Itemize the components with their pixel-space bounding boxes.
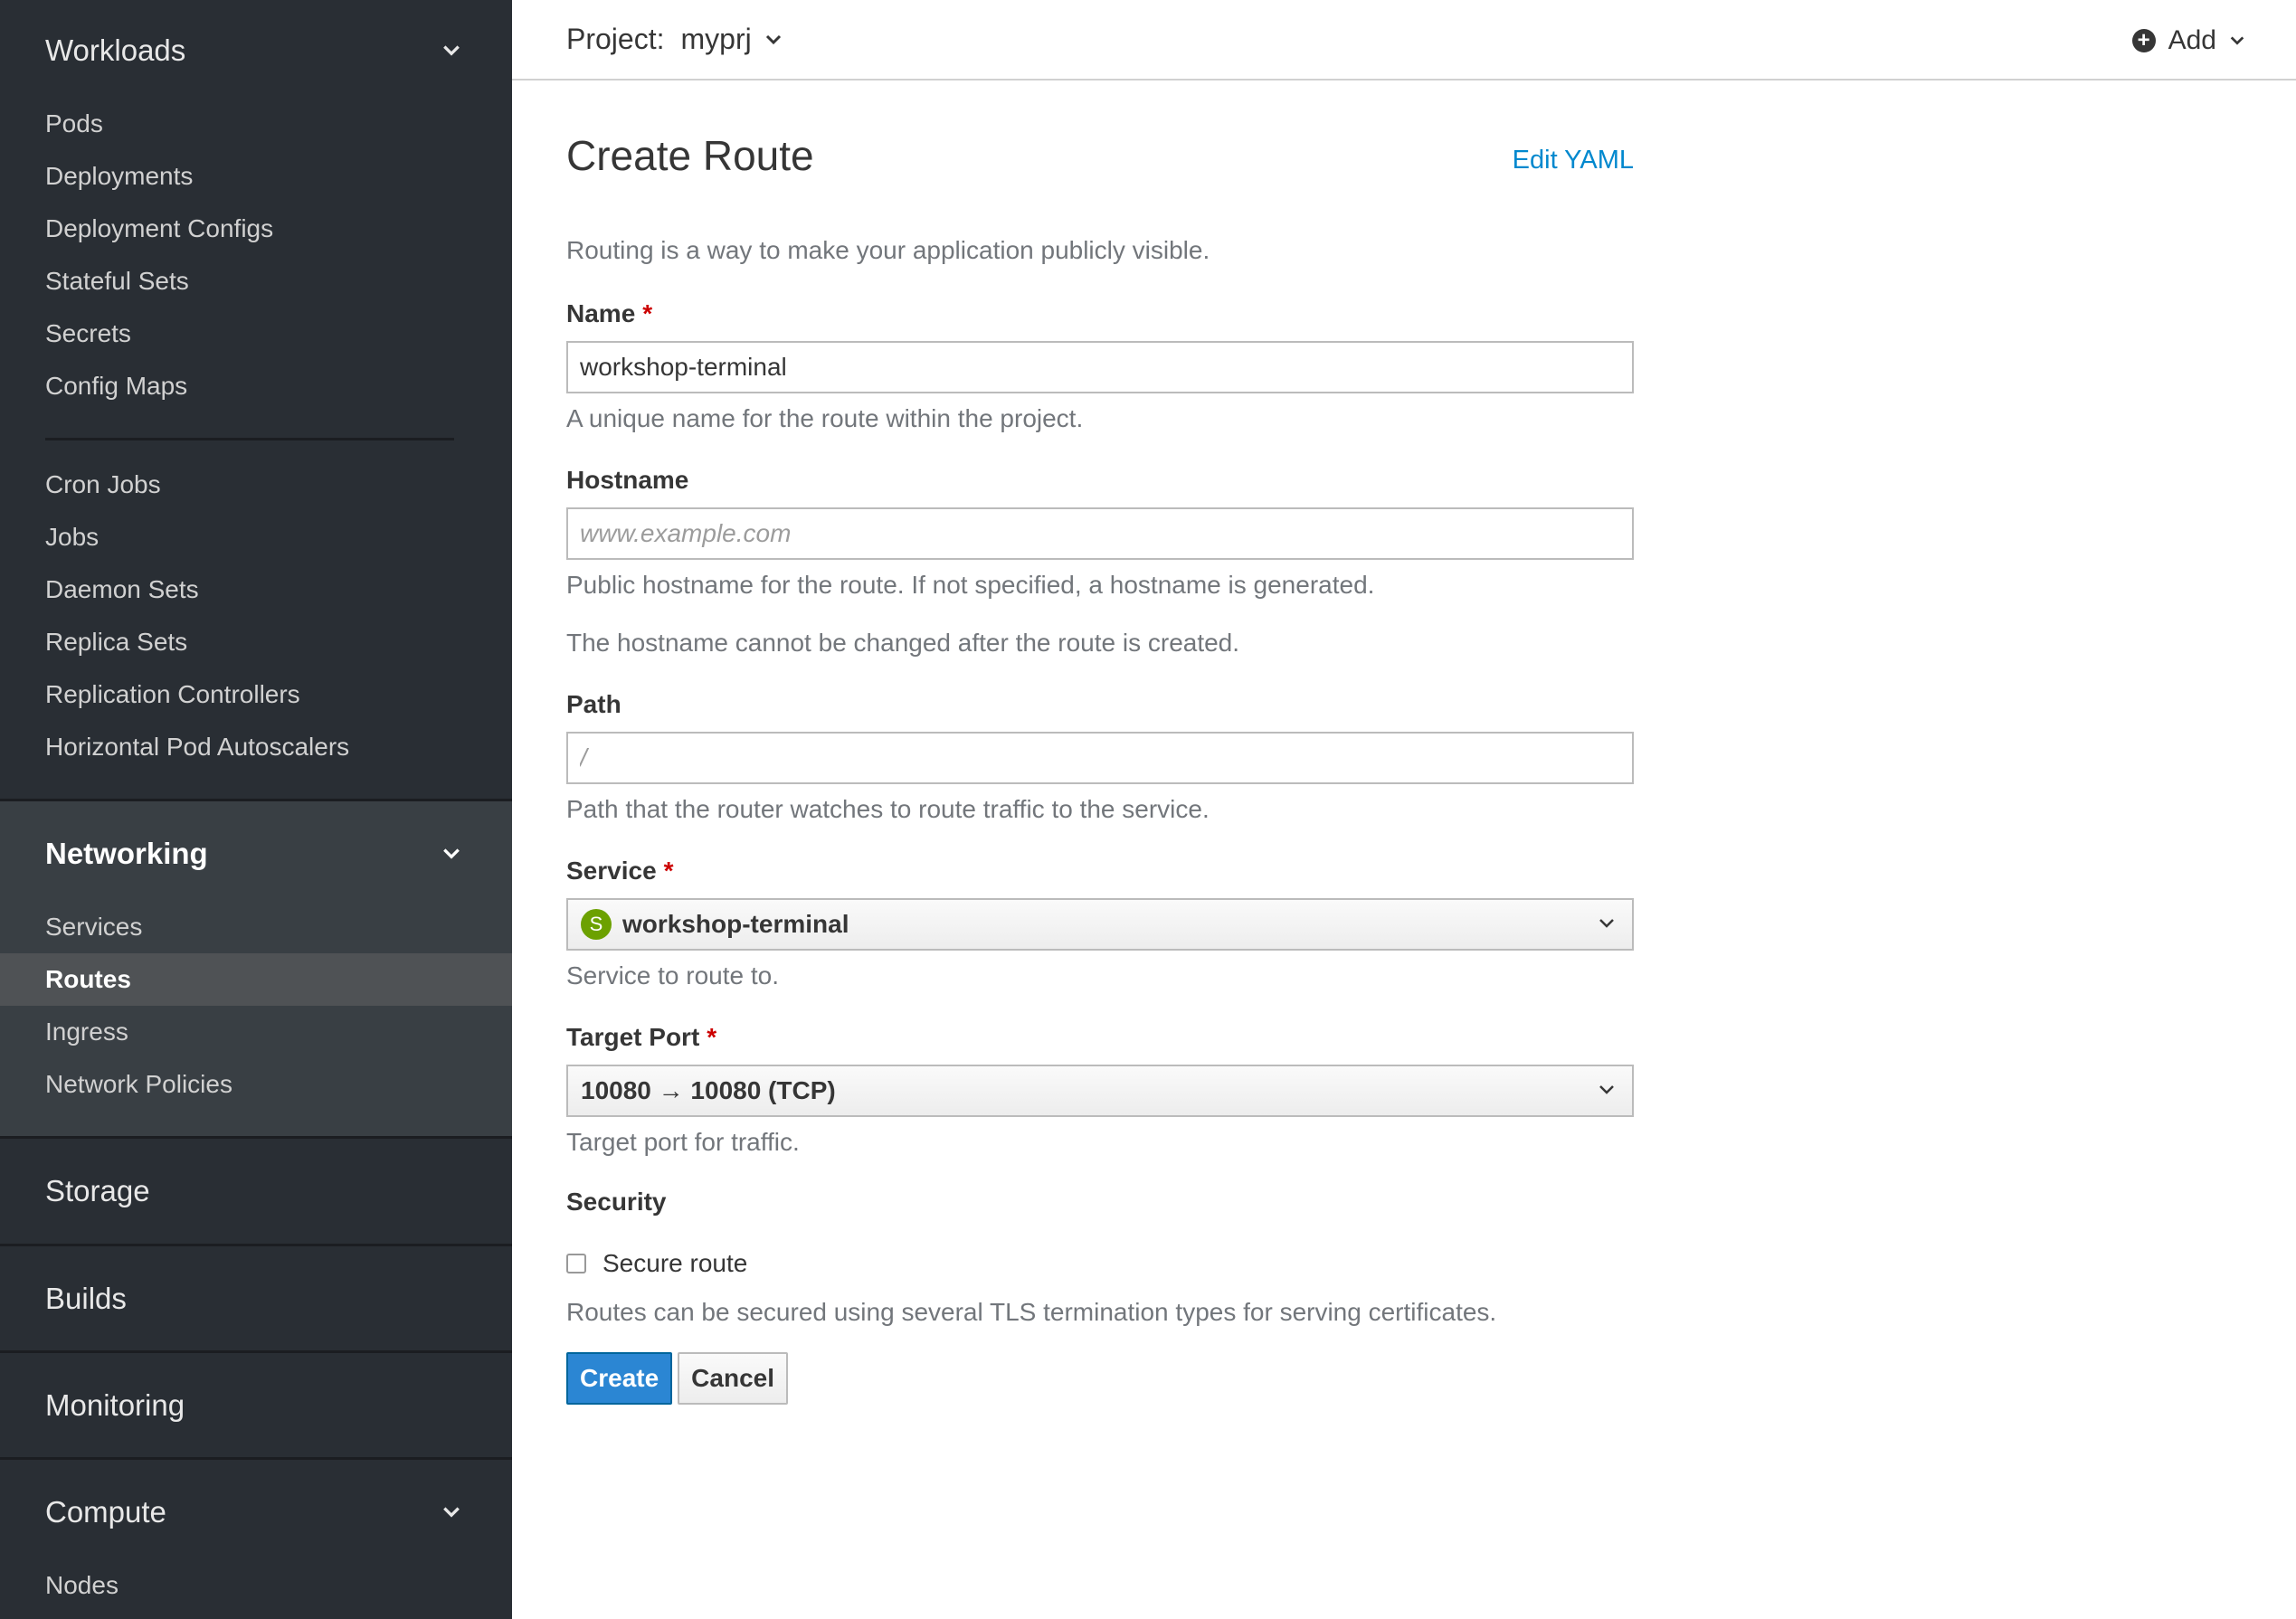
target-port-selected-value: 10080 → 10080 (TCP) (581, 1076, 836, 1104)
nav-sub-list: Pods Deployments Deployment Configs Stat… (0, 98, 512, 799)
service-label-text: Service (566, 857, 657, 885)
sidebar-item-network-policies[interactable]: Network Policies (0, 1058, 512, 1111)
sidebar-item-daemon-sets[interactable]: Daemon Sets (0, 563, 512, 616)
path-help: Path that the router watches to route tr… (566, 795, 1210, 823)
chevron-down-icon (752, 23, 783, 56)
secure-route-label: Secure route (602, 1249, 748, 1277)
nav-section-header-builds[interactable]: Builds (0, 1246, 512, 1350)
nav-section-networking: Networking Services Routes Ingress Netwo… (0, 801, 512, 1139)
hostname-help-immutable: The hostname cannot be changed after the… (566, 629, 1240, 657)
project-label: Project: (566, 23, 665, 55)
nav-section-title: Storage (45, 1174, 150, 1207)
service-help: Service to route to. (566, 961, 780, 989)
nav-sub-list: Nodes (0, 1559, 512, 1619)
add-label: Add (2168, 24, 2216, 55)
sidebar-item-deployments[interactable]: Deployments (0, 150, 512, 203)
nav-section-builds: Builds (0, 1246, 512, 1353)
service-field-group: Service * S workshop-terminal Service to … (566, 857, 1634, 990)
name-input[interactable] (566, 341, 1634, 393)
chevron-down-icon (1598, 1076, 1616, 1105)
sidebar-item-deployment-configs[interactable]: Deployment Configs (0, 203, 512, 255)
create-button[interactable]: Create (566, 1352, 673, 1405)
nav-section-title: Networking (45, 837, 208, 870)
required-marker: * (642, 299, 653, 327)
sidebar-item-stateful-sets[interactable]: Stateful Sets (0, 255, 512, 308)
nav-section-workloads: Workloads Pods Deployments Deployment Co… (0, 0, 512, 801)
required-marker: * (663, 857, 674, 885)
target-port-field-group: Target Port * 10080 → 10080 (TCP) Target … (566, 1023, 1634, 1157)
edit-yaml-link[interactable]: Edit YAML (1513, 146, 1634, 175)
sidebar-item-replica-sets[interactable]: Replica Sets (0, 616, 512, 668)
sidebar-item-ingress[interactable]: Ingress (0, 1006, 512, 1058)
required-marker: * (707, 1023, 717, 1051)
nav-section-title: Compute (45, 1495, 166, 1529)
add-button[interactable]: + Add (2131, 0, 2245, 80)
page-header: Create Route Edit YAML (566, 80, 1634, 198)
path-input[interactable] (566, 732, 1634, 784)
secure-route-option[interactable]: Secure route (566, 1249, 1634, 1278)
name-help: A unique name for the route within the p… (566, 404, 1084, 432)
sidebar-item-replication-controllers[interactable]: Replication Controllers (0, 668, 512, 721)
hostname-field-group: Hostname Public hostname for the route. … (566, 466, 1634, 658)
nav-divider (45, 438, 454, 440)
hostname-help: Public hostname for the route. If not sp… (566, 571, 1375, 599)
security-label: Security (566, 1188, 667, 1216)
chevron-down-icon (436, 35, 467, 66)
nav-section-header-monitoring[interactable]: Monitoring (0, 1353, 512, 1457)
nav-section-monitoring: Monitoring (0, 1353, 512, 1460)
create-route-form: Create Route Edit YAML Routing is a way … (566, 80, 1634, 1405)
name-field-group: Name* A unique name for the route within… (566, 299, 1634, 433)
chevron-down-icon (436, 838, 467, 869)
service-label: Service * (566, 857, 1634, 885)
cancel-button[interactable]: Cancel (678, 1352, 788, 1405)
project-selector[interactable]: Project: myprj (566, 23, 783, 56)
nav-section-header-workloads[interactable]: Workloads (0, 0, 512, 101)
nav-section-title: Monitoring (45, 1387, 185, 1422)
plus-circle-icon: + (2131, 28, 2156, 52)
page-intro: Routing is a way to make your applicatio… (566, 236, 1210, 264)
secure-route-checkbox[interactable] (566, 1254, 586, 1273)
service-selected-value: workshop-terminal (622, 910, 849, 938)
chevron-down-icon (436, 1497, 467, 1528)
path-label: Path (566, 690, 621, 718)
nav-section-compute: Compute Nodes (0, 1460, 512, 1619)
page-title: Create Route (566, 132, 814, 179)
sidebar-item-cron-jobs[interactable]: Cron Jobs (0, 459, 512, 511)
nav-section-header-compute[interactable]: Compute (0, 1460, 512, 1565)
target-port-select[interactable]: 10080 → 10080 (TCP) (566, 1065, 1634, 1117)
sidebar-item-services[interactable]: Services (0, 901, 512, 953)
name-label-text: Name (566, 299, 636, 327)
nav-section-title: Builds (45, 1281, 127, 1315)
nav-section-header-networking[interactable]: Networking (0, 801, 512, 906)
nav-section-storage: Storage (0, 1139, 512, 1246)
sidebar-item-secrets[interactable]: Secrets (0, 308, 512, 360)
security-field-group: Security Secure route Routes can be secu… (566, 1188, 1634, 1327)
chevron-down-icon (2216, 25, 2245, 56)
sidebar-item-nodes[interactable]: Nodes (0, 1559, 512, 1612)
path-field-group: Path Path that the router watches to rou… (566, 690, 1634, 824)
service-select[interactable]: S workshop-terminal (566, 898, 1634, 951)
chevron-down-icon (1598, 910, 1616, 939)
sidebar-item-routes[interactable]: Routes (0, 953, 512, 1006)
service-badge-icon: S (581, 909, 612, 940)
nav-sub-list: Services Routes Ingress Network Policies (0, 901, 512, 1136)
sidebar-item-jobs[interactable]: Jobs (0, 511, 512, 563)
top-bar: Project: myprj + Add (512, 0, 2296, 80)
sidebar-item-pods[interactable]: Pods (0, 98, 512, 150)
hostname-label: Hostname (566, 466, 689, 494)
nav-section-header-storage[interactable]: Storage (0, 1139, 512, 1244)
security-help: Routes can be secured using several TLS … (566, 1298, 1497, 1326)
target-port-label: Target Port * (566, 1023, 1634, 1052)
form-actions: Create Cancel (566, 1352, 1634, 1405)
sidebar-nav: Workloads Pods Deployments Deployment Co… (0, 0, 512, 1619)
sidebar-item-config-maps[interactable]: Config Maps (0, 360, 512, 412)
target-port-label-text: Target Port (566, 1023, 700, 1051)
project-name: myprj (680, 23, 752, 55)
name-label: Name * (566, 299, 1634, 328)
target-port-help: Target port for traffic. (566, 1128, 800, 1156)
hostname-input[interactable] (566, 507, 1634, 560)
sidebar-item-horizontal-pod-autoscalers[interactable]: Horizontal Pod Autoscalers (0, 721, 512, 773)
nav-section-title: Workloads (45, 33, 186, 67)
